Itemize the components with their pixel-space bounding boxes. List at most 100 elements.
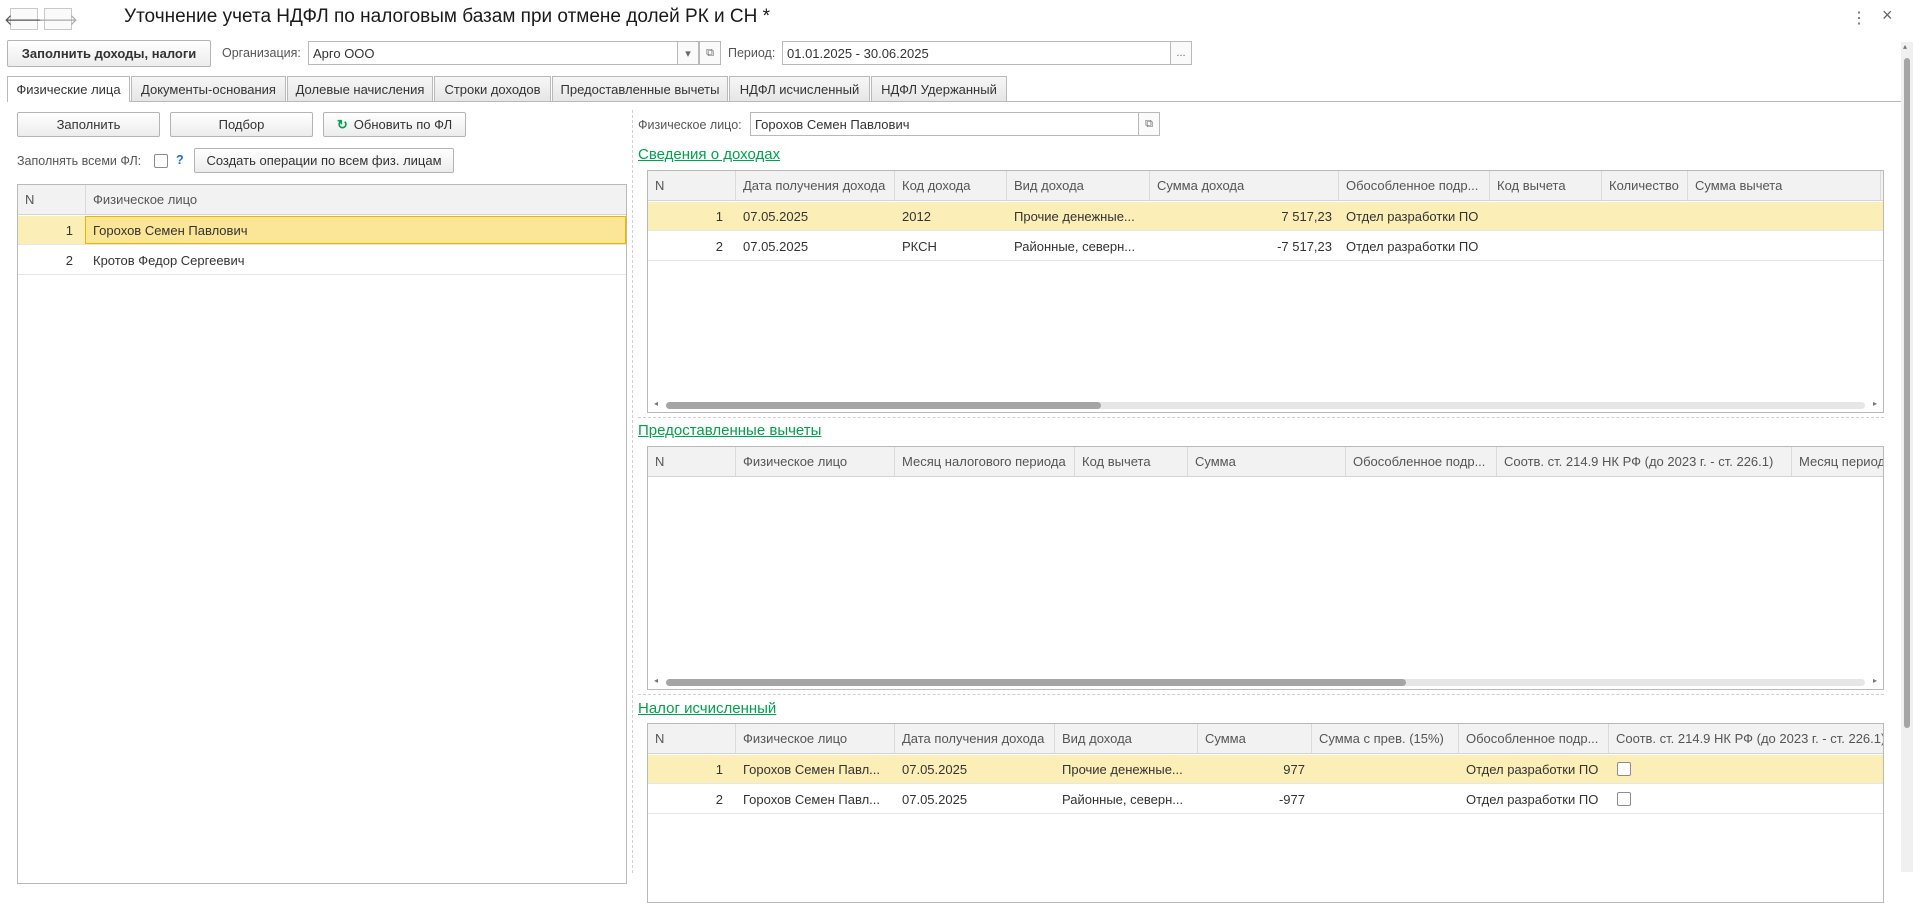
column-header[interactable]: Вид дохода (1055, 724, 1198, 754)
scrollbar-thumb[interactable] (666, 679, 1406, 686)
select-button[interactable]: Подбор (170, 112, 313, 137)
table-row[interactable]: 2 07.05.2025 РКСН Районные, северн... -7… (648, 232, 1883, 261)
period-select-button[interactable]: ... (1170, 41, 1192, 65)
more-menu-icon[interactable]: ⋮ (1851, 8, 1867, 28)
help-icon[interactable]: ? (176, 153, 184, 167)
column-header[interactable]: Соотв. ст. 214.9 НК РФ (до 2023 г. - ст.… (1609, 724, 1883, 754)
period-field[interactable]: 01.01.2025 - 30.06.2025 (782, 41, 1172, 65)
close-icon[interactable]: × (1882, 5, 1893, 26)
income-type: Прочие денежные... (1014, 209, 1135, 224)
fill-incomes-taxes-button[interactable]: Заполнить доходы, налоги (7, 40, 211, 67)
window-title: Уточнение учета НДФЛ по налоговым базам … (124, 6, 771, 27)
organization-dropdown-button[interactable]: ▾ (677, 41, 699, 65)
column-header[interactable]: Сумма (1188, 447, 1346, 477)
organization-open-button[interactable]: ⧉ (699, 41, 721, 65)
column-header[interactable]: Дата получения дохода (736, 171, 895, 201)
column-header[interactable]: Обособленное подр... (1339, 171, 1490, 201)
tab-source-documents[interactable]: Документы-основания (131, 76, 286, 101)
row-number: 1 (715, 762, 723, 777)
column-header[interactable]: Обособленное подр... (1459, 724, 1609, 754)
refresh-by-person-button[interactable]: ↻ Обновить по ФЛ (323, 112, 466, 137)
tax-table[interactable]: N Физическое лицо Дата получения дохода … (647, 723, 1884, 903)
column-header[interactable]: Соотв. ст. 214.9 НК РФ (до 2023 г. - ст.… (1497, 447, 1792, 477)
scroll-left-icon[interactable]: ◂ (654, 399, 658, 408)
column-header[interactable]: Количество (1602, 171, 1688, 201)
column-header[interactable]: Сумма с прев. (15%) (1312, 724, 1459, 754)
row-number: 2 (715, 239, 723, 254)
deductions-section-title[interactable]: Предоставленные вычеты (638, 422, 821, 439)
person-open-button[interactable]: ⧉ (1138, 112, 1160, 136)
tax-division: Отдел разработки ПО (1466, 762, 1599, 777)
back-button[interactable]: 🡐 (4, 8, 44, 30)
column-header[interactable]: N (18, 185, 86, 215)
column-header[interactable]: Обособленное подр... (1346, 447, 1497, 477)
panel-splitter[interactable] (632, 110, 633, 873)
table-row[interactable]: 2 Горохов Семен Павл... 07.05.2025 Район… (648, 785, 1883, 814)
article-214-checkbox[interactable] (1617, 762, 1631, 776)
column-header[interactable]: Код дохода (895, 171, 1007, 201)
column-header[interactable]: Сумма (1198, 724, 1312, 754)
scroll-right-icon[interactable]: ▸ (1873, 676, 1877, 685)
organization-field[interactable]: Арго ООО (308, 41, 678, 65)
scroll-up-icon[interactable]: ▴ (1903, 42, 1907, 51)
tab-income-lines[interactable]: Строки доходов (434, 76, 551, 101)
column-header[interactable]: Код вычета (1490, 171, 1602, 201)
table-row[interactable]: 2 Кротов Федор Сергеевич (18, 246, 626, 275)
vertical-scrollbar[interactable]: ▴ (1901, 42, 1913, 872)
column-header[interactable]: Код вычета (1075, 447, 1188, 477)
scrollbar-thumb[interactable] (666, 402, 1101, 409)
income-table[interactable]: N Дата получения дохода Код дохода Вид д… (647, 170, 1884, 413)
tax-income-type: Прочие денежные... (1062, 762, 1183, 777)
column-header[interactable]: Физическое лицо (736, 447, 895, 477)
arrow-right-icon: 🡒 (37, 11, 79, 29)
individuals-table[interactable]: N Физическое лицо 1 Горохов Семен Павлов… (17, 184, 627, 884)
person-name: Кротов Федор Сергеевич (93, 253, 245, 268)
fill-button[interactable]: Заполнить (17, 112, 160, 137)
tab-provided-deductions[interactable]: Предоставленные вычеты (552, 76, 728, 101)
column-header[interactable]: Месяц налогового периода (895, 447, 1075, 477)
column-header[interactable]: N (648, 724, 736, 754)
table-row[interactable]: 1 07.05.2025 2012 Прочие денежные... 7 5… (648, 202, 1883, 231)
table-row[interactable]: 1 Горохов Семен Павл... 07.05.2025 Прочи… (648, 755, 1883, 784)
tax-division: Отдел разработки ПО (1466, 792, 1599, 807)
column-header[interactable]: Сумма дохода (1150, 171, 1339, 201)
scroll-left-icon[interactable]: ◂ (654, 676, 658, 685)
tax-income-type: Районные, северн... (1062, 792, 1184, 807)
tax-person: Горохов Семен Павл... (743, 762, 880, 777)
column-header[interactable]: Физическое лицо (86, 185, 626, 215)
fill-all-checkbox[interactable] (154, 154, 168, 168)
tax-amount: -977 (1278, 792, 1305, 807)
scrollbar-thumb[interactable] (1904, 58, 1910, 728)
tab-share-accruals[interactable]: Долевые начисления (287, 76, 433, 101)
person-field[interactable]: Горохов Семен Павлович (750, 112, 1140, 136)
table-header: N Дата получения дохода Код дохода Вид д… (648, 171, 1883, 201)
tax-amount-15 (1312, 755, 1459, 784)
income-code: 2012 (902, 209, 931, 224)
tab-ndfl-calculated[interactable]: НДФЛ исчисленный (729, 76, 870, 101)
article-214-checkbox[interactable] (1617, 792, 1631, 806)
table-header: N Физическое лицо Дата получения дохода … (648, 724, 1883, 754)
scroll-right-icon[interactable]: ▸ (1873, 399, 1877, 408)
column-header[interactable]: Месяц периода (1792, 447, 1883, 477)
refresh-by-person-label: Обновить по ФЛ (353, 117, 453, 132)
tax-date: 07.05.2025 (902, 792, 968, 807)
horizontal-scrollbar[interactable]: ◂ ▸ (648, 675, 1883, 689)
column-header[interactable]: N (648, 447, 736, 477)
income-section-title[interactable]: Сведения о доходах (638, 146, 780, 163)
column-header[interactable]: Сумма вычета (1688, 171, 1881, 201)
open-window-icon: ⧉ (1145, 117, 1153, 130)
tab-ndfl-withheld[interactable]: НДФЛ Удержанный (871, 76, 1007, 101)
create-operations-button[interactable]: Создать операции по всем физ. лицам (194, 148, 454, 173)
column-header[interactable]: N (648, 171, 736, 201)
column-header[interactable]: Дата получения дохода (895, 724, 1055, 754)
tab-individuals[interactable]: Физические лица (7, 76, 130, 102)
deductions-table[interactable]: N Физическое лицо Месяц налогового перио… (647, 446, 1884, 690)
income-date: 07.05.2025 (743, 209, 809, 224)
column-header[interactable]: Физическое лицо (736, 724, 895, 754)
tax-person: Горохов Семен Павл... (743, 792, 880, 807)
column-header[interactable]: Вид дохода (1007, 171, 1150, 201)
horizontal-scrollbar[interactable]: ◂ ▸ (648, 398, 1883, 412)
table-row[interactable]: 1 Горохов Семен Павлович (18, 216, 626, 245)
forward-button[interactable]: 🡒 (38, 8, 78, 30)
tax-section-title[interactable]: Налог исчисленный (638, 700, 776, 717)
